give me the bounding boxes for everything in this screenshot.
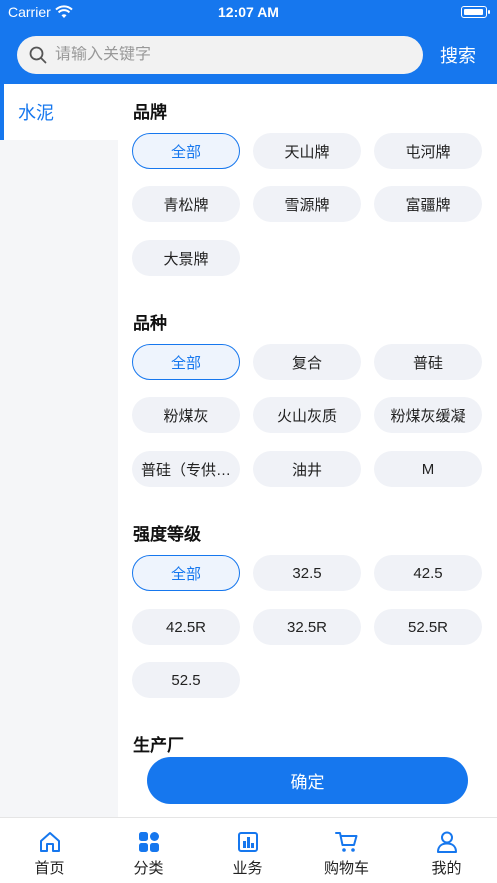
brand-section-title-wrap: 品牌 — [133, 98, 167, 123]
tab-profile[interactable]: 我的 — [396, 818, 497, 883]
confirm-button[interactable]: 确定 — [147, 757, 468, 804]
search-icon — [29, 46, 47, 64]
brand-option[interactable]: 雪源牌 — [253, 186, 361, 222]
variety-option[interactable]: 油井 — [253, 451, 361, 487]
variety-option[interactable]: 粉煤灰缓凝 — [374, 397, 482, 433]
tab-cart[interactable]: 购物车 — [297, 818, 396, 883]
manufacturer-section-title-wrap: 生产厂 — [133, 731, 184, 756]
tab-label: 购物车 — [323, 860, 369, 877]
brand-option[interactable]: 大景牌 — [132, 240, 240, 276]
tab-business[interactable]: 业务 — [198, 818, 297, 883]
strength-option[interactable]: 42.5 — [374, 555, 482, 591]
sidebar-item-cement[interactable]: 水泥 — [0, 84, 118, 140]
variety-option[interactable]: 普硅（专供… — [132, 451, 240, 487]
category-icon — [138, 832, 159, 852]
header: Carrier 12:07 AM 搜索 — [0, 0, 497, 84]
search-input[interactable] — [55, 46, 395, 64]
brand-option[interactable]: 青松牌 — [132, 186, 240, 222]
strength-option[interactable]: 52.5 — [132, 662, 240, 698]
profile-icon — [436, 831, 457, 853]
tab-category[interactable]: 分类 — [99, 818, 198, 883]
brand-option[interactable]: 屯河牌 — [374, 133, 482, 169]
search-bar[interactable] — [17, 36, 423, 74]
cart-icon — [334, 832, 357, 852]
strength-option[interactable]: 32.5 — [253, 555, 361, 591]
brand-option[interactable]: 富疆牌 — [374, 186, 482, 222]
filter-panel: 品牌 全部 天山牌 屯河牌 青松牌 雪源牌 富疆牌 大景牌 品种 全部 复合 普… — [118, 84, 497, 817]
brand-section-title: 品牌 — [133, 103, 167, 122]
brand-option-all[interactable]: 全部 — [132, 133, 240, 169]
variety-option[interactable]: 粉煤灰 — [132, 397, 240, 433]
tab-bar: 首页 分类 业务 购物车 我的 — [0, 817, 497, 883]
selected-indicator — [0, 84, 4, 140]
tab-label: 我的 — [431, 860, 462, 877]
battery-icon — [461, 6, 490, 18]
tab-home[interactable]: 首页 — [0, 818, 99, 883]
tab-label: 业务 — [232, 860, 263, 877]
variety-option[interactable]: 复合 — [253, 344, 361, 380]
manufacturer-section-title: 生产厂 — [133, 736, 184, 755]
tab-label: 分类 — [133, 860, 164, 877]
variety-option[interactable]: 火山灰质 — [253, 397, 361, 433]
variety-option-all[interactable]: 全部 — [132, 344, 240, 380]
status-bar: Carrier 12:07 AM — [0, 0, 497, 26]
home-icon — [39, 832, 60, 852]
strength-option[interactable]: 32.5R — [253, 609, 361, 645]
search-button[interactable]: 搜索 — [440, 42, 476, 68]
status-time: 12:07 AM — [218, 4, 279, 20]
strength-option[interactable]: 42.5R — [132, 609, 240, 645]
strength-option[interactable]: 52.5R — [374, 609, 482, 645]
variety-option[interactable]: 普硅 — [374, 344, 482, 380]
business-icon — [237, 832, 258, 852]
category-sidebar: 水泥 — [0, 84, 118, 817]
strength-section-title-wrap: 强度等级 — [133, 520, 201, 545]
tab-label: 首页 — [34, 860, 65, 877]
variety-option[interactable]: M — [374, 451, 482, 487]
brand-option[interactable]: 天山牌 — [253, 133, 361, 169]
variety-section-title: 品种 — [133, 314, 167, 333]
strength-section-title: 强度等级 — [133, 525, 201, 544]
variety-section-title-wrap: 品种 — [133, 309, 167, 334]
sidebar-item-label: 水泥 — [18, 103, 54, 123]
strength-option-all[interactable]: 全部 — [132, 555, 240, 591]
